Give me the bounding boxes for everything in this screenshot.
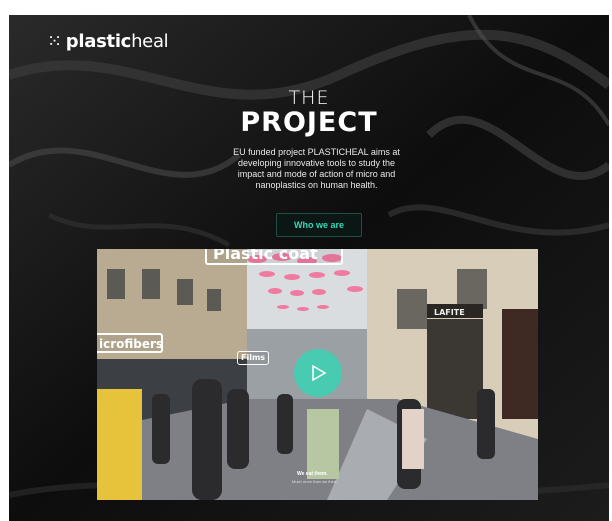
plasticheal-logo[interactable]: ⁙ plastic heal: [47, 31, 169, 52]
play-icon: [312, 364, 327, 382]
video-player[interactable]: LAFITE Plastic coat icrofibers Films We …: [97, 249, 538, 500]
who-we-are-button[interactable]: Who we are: [276, 213, 362, 237]
microfibers-label: icrofibers: [97, 333, 163, 353]
video-caption: We eat them.: [297, 471, 328, 477]
logo-text-plastic: plastic: [65, 31, 132, 52]
play-button[interactable]: [294, 349, 342, 397]
plastic-coat-label: Plastic coat: [205, 249, 343, 265]
logo-dots-icon: ⁙: [47, 31, 62, 52]
logo-text-heal: heal: [131, 31, 169, 52]
hero-description: EU funded project PLASTICHEAL aims at de…: [233, 147, 400, 190]
hero-title-project: PROJECT: [240, 107, 378, 138]
shop-sign-lafite: LAFITE: [434, 308, 465, 317]
hero-title-the: THE: [288, 87, 330, 109]
video-subcaption: Much more than we think: [292, 479, 337, 484]
page: ⁙ plastic heal THE PROJECT EU funded pro…: [9, 15, 609, 521]
films-label: Films: [237, 351, 269, 365]
